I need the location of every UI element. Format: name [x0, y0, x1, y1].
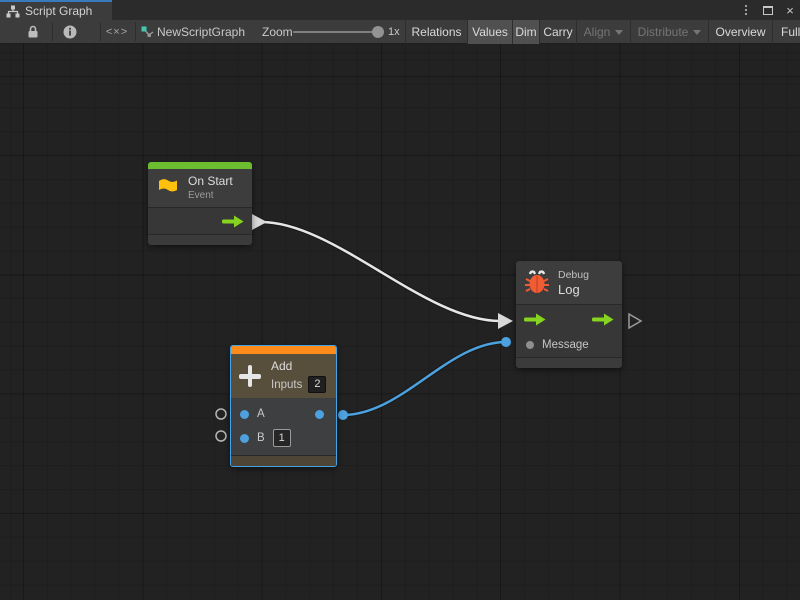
node-title: On Start [188, 174, 233, 189]
align-button[interactable]: Align [576, 20, 630, 44]
flow-wire[interactable] [261, 222, 500, 321]
value-wire-source-dot[interactable] [338, 410, 348, 420]
breadcrumb-graph-name[interactable]: NewScriptGraph [157, 20, 245, 44]
port-b-input[interactable] [240, 434, 249, 443]
flag-icon [156, 177, 180, 199]
code-view-label: <×> [106, 26, 128, 38]
node-title: Add [271, 359, 326, 374]
zoom-slider[interactable] [293, 31, 383, 33]
maximize-icon[interactable] [760, 2, 776, 18]
script-graph-icon [6, 5, 20, 18]
port-b-unconnected-circle[interactable] [216, 431, 226, 441]
toolbar-buttons: Relations Values Dim Carry Align Distrib… [405, 20, 800, 44]
values-button[interactable]: Values [467, 20, 512, 44]
overview-button[interactable]: Overview [708, 20, 772, 44]
flow-wire-end-arrow[interactable] [498, 313, 513, 329]
bug-icon [524, 269, 550, 296]
code-view-button[interactable]: <×> [104, 20, 130, 44]
node-subtitle: Event [188, 189, 233, 202]
flow-input-port-icon[interactable] [524, 313, 546, 326]
info-icon [63, 25, 77, 39]
flow-wire-source-arrow[interactable] [252, 214, 267, 230]
message-port-label: Message [542, 339, 589, 351]
window-menu-icon[interactable] [738, 2, 754, 18]
flow-output-port-icon[interactable] [592, 313, 614, 326]
port-a-label: A [257, 408, 265, 420]
tab-title: Script Graph [25, 4, 92, 18]
info-button[interactable] [61, 20, 79, 44]
graph-canvas[interactable]: On Start Event Debug [0, 44, 800, 600]
dim-button[interactable]: Dim [512, 20, 539, 44]
port-b-label: B [257, 432, 265, 444]
value-wire[interactable] [343, 342, 506, 415]
port-a-input[interactable] [240, 410, 249, 419]
port-b-value-field[interactable]: 1 [273, 429, 291, 447]
relations-button[interactable]: Relations [405, 20, 467, 44]
tab-bar: Script Graph × [0, 0, 800, 20]
tab-script-graph[interactable]: Script Graph [0, 0, 112, 20]
plus-icon [239, 365, 261, 387]
message-input-port[interactable] [526, 341, 534, 349]
graph-toolbar: <×> NewScriptGraph Zoom 1x Relations Val… [0, 20, 800, 44]
node-category: Debug [558, 269, 589, 282]
zoom-label: Zoom [262, 20, 293, 44]
event-accent-bar [148, 162, 252, 169]
lock-button[interactable] [22, 20, 44, 44]
inputs-count-field[interactable]: 2 [308, 376, 326, 393]
value-wire-end-dot[interactable] [501, 337, 511, 347]
graph-asset-icon [140, 20, 154, 44]
port-a-unconnected-circle[interactable] [216, 409, 226, 419]
flow-out-unconnected-triangle[interactable] [629, 314, 641, 328]
lock-icon [27, 25, 39, 39]
dropdown-caret-icon [615, 30, 623, 35]
wire-layer [0, 44, 800, 600]
close-icon[interactable]: × [782, 2, 798, 18]
node-on-start[interactable]: On Start Event [148, 162, 252, 245]
node-add[interactable]: Add Inputs 2 A B 1 [230, 345, 337, 467]
dropdown-caret-icon [693, 30, 701, 35]
node-debug-log[interactable]: Debug Log Message [516, 261, 622, 368]
node-title: Log [558, 282, 589, 297]
zoom-value: 1x [388, 20, 400, 44]
zoom-slider-handle[interactable] [372, 26, 384, 38]
inputs-label: Inputs [271, 379, 302, 391]
full-screen-button[interactable]: Full Screen [772, 20, 800, 44]
math-accent-bar [231, 346, 336, 354]
result-output-port[interactable] [315, 410, 324, 419]
flow-output-port-icon[interactable] [222, 215, 244, 228]
carry-button[interactable]: Carry [539, 20, 576, 44]
distribute-button[interactable]: Distribute [630, 20, 708, 44]
